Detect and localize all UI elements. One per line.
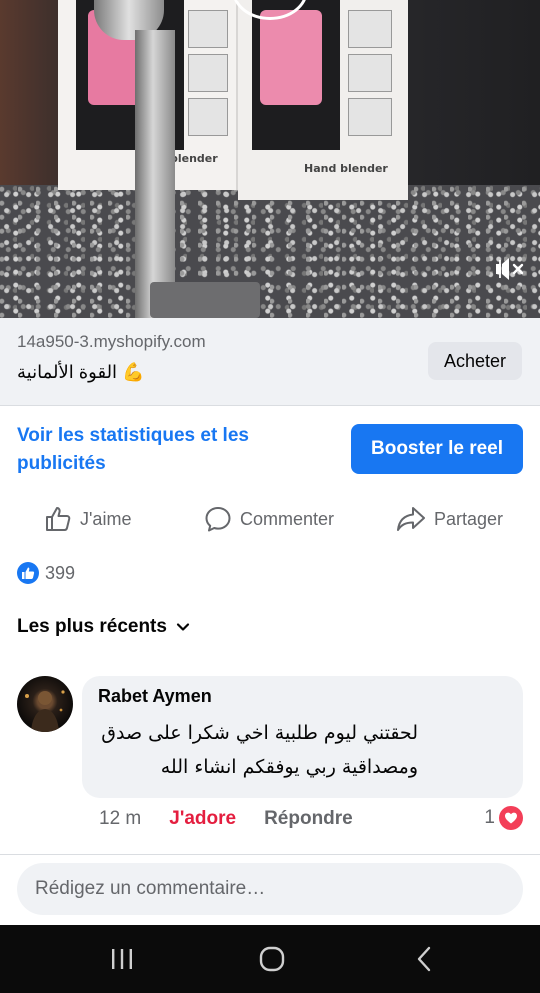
comment-label: Commenter <box>240 508 335 529</box>
speaker-muted-icon[interactable] <box>494 254 526 284</box>
product-box-left-label: blender <box>170 152 218 165</box>
link-tagline: القوة الألمانية 💪 <box>17 362 145 382</box>
comment-time: 12 m <box>99 808 142 829</box>
product-box-right-label: Hand blender <box>304 162 388 175</box>
blender-stand <box>150 282 260 318</box>
boost-reel-button[interactable]: Booster le reel <box>351 424 523 474</box>
post-actions: J'aime Commenter Partager <box>0 496 540 542</box>
comment-author[interactable]: Rabet Aymen <box>98 686 212 707</box>
heart-icon <box>499 806 523 830</box>
like-label: J'aime <box>80 508 132 529</box>
reaction-summary[interactable]: 399 <box>17 562 75 584</box>
comment-bubble: Rabet Aymen لحقتني ليوم طلبية اخي شكرا ع… <box>82 676 523 798</box>
reaction-count: 399 <box>45 562 76 583</box>
comment-love-reaction-button[interactable]: J'adore <box>169 808 236 830</box>
avatar[interactable] <box>17 676 73 732</box>
like-button[interactable]: J'aime <box>44 496 131 542</box>
thumbs-up-icon <box>46 507 71 531</box>
blender-shaft <box>135 30 175 318</box>
recents-icon[interactable] <box>82 925 162 993</box>
comment-reaction-count[interactable]: 1 <box>484 806 523 830</box>
link-domain: 14a950-3.myshopify.com <box>17 332 206 351</box>
comment-bubble-icon <box>205 507 231 532</box>
comment-meta: 12 m J'adore Répondre <box>99 808 353 830</box>
chevron-down-icon <box>176 623 190 631</box>
granite-counter <box>0 185 540 318</box>
system-navigation-bar <box>0 925 540 993</box>
comment-reply-button[interactable]: Répondre <box>264 808 353 830</box>
comment-text: لحقتني ليوم طلبية اخي شكرا على صدق ومصدا… <box>101 722 418 778</box>
share-label: Partager <box>434 508 504 529</box>
like-reaction-icon <box>17 562 39 584</box>
comment-input[interactable] <box>17 863 523 915</box>
view-insights-link[interactable]: Voir les statistiques et les publicités <box>17 422 307 478</box>
comment-heart-count: 1 <box>484 807 495 828</box>
home-icon[interactable] <box>232 925 312 993</box>
buy-button[interactable]: Acheter <box>427 342 522 380</box>
share-arrow-icon <box>397 507 425 531</box>
reel-video[interactable]: blender Hand blender <box>0 0 540 318</box>
share-button[interactable]: Partager <box>396 496 503 542</box>
divider <box>0 854 540 855</box>
sort-label: Les plus récents <box>17 616 167 637</box>
comment-sort-dropdown[interactable]: Les plus récents <box>17 616 191 638</box>
comment-button[interactable]: Commenter <box>204 496 334 542</box>
back-icon[interactable] <box>384 925 464 993</box>
link-preview[interactable]: 14a950-3.myshopify.com القوة الألمانية 💪… <box>0 318 540 406</box>
product-box-right: Hand blender <box>238 0 408 200</box>
